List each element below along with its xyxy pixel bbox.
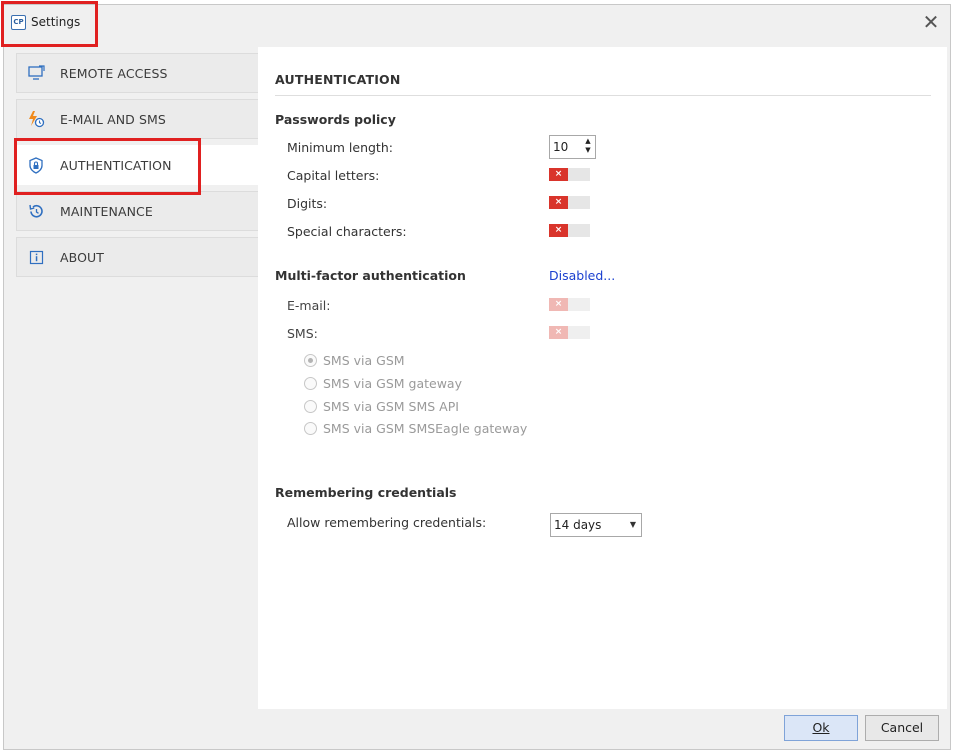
sms-option-gsm-sms-api[interactable]: SMS via GSM SMS API (304, 399, 459, 414)
remember-duration-value: 14 days (554, 518, 602, 532)
info-icon (27, 248, 45, 266)
sms-option-label: SMS via GSM gateway (323, 376, 462, 391)
nav-item-email-sms[interactable]: E-MAIL AND SMS (16, 99, 259, 139)
settings-window: CP Settings ✕ REMOTE ACCESS E-MAIL AND S… (1, 1, 951, 750)
toggle-off-icon: × (549, 326, 568, 339)
capital-letters-label: Capital letters: (287, 168, 380, 183)
sms-option-label: SMS via GSM SMS API (323, 399, 459, 414)
sms-option-gsm-gateway[interactable]: SMS via GSM gateway (304, 376, 462, 391)
remember-duration-select[interactable]: 14 days ▼ (550, 513, 642, 537)
shield-lock-icon (27, 156, 45, 174)
remembering-credentials-heading: Remembering credentials (275, 485, 457, 500)
nav-label-maintenance: MAINTENANCE (60, 203, 153, 219)
nav-item-remote-access[interactable]: REMOTE ACCESS (16, 53, 259, 93)
stepper-down-icon[interactable]: ▼ (583, 146, 593, 155)
title-highlight-box (1, 1, 98, 47)
nav-label-about: ABOUT (60, 249, 105, 265)
lightning-clock-icon (27, 110, 45, 128)
allow-remembering-label: Allow remembering credentials: (287, 515, 487, 530)
min-length-value: 10 (553, 140, 569, 154)
special-characters-label: Special characters: (287, 224, 407, 239)
toggle-off-icon: × (549, 168, 568, 181)
sms-option-gsm-smseagle[interactable]: SMS via GSM SMSEagle gateway (304, 421, 527, 436)
digits-label: Digits: (287, 196, 328, 211)
sms-option-label: SMS via GSM SMSEagle gateway (323, 421, 528, 436)
sms-option-gsm[interactable]: SMS via GSM (304, 353, 405, 368)
mfa-email-toggle[interactable]: × (549, 298, 590, 311)
ok-button[interactable]: Ok (784, 715, 858, 741)
nav-item-about[interactable]: ABOUT (16, 237, 259, 277)
mfa-heading: Multi-factor authentication (275, 268, 466, 283)
cancel-button[interactable]: Cancel (865, 715, 939, 741)
dropdown-arrow-icon: ▼ (629, 520, 636, 529)
content-panel: AUTHENTICATION Passwords policy Minimum … (258, 47, 947, 709)
page-title: AUTHENTICATION (275, 72, 401, 87)
title-divider (275, 95, 931, 96)
nav-item-maintenance[interactable]: MAINTENANCE (16, 191, 259, 231)
special-characters-toggle[interactable]: × (549, 224, 590, 237)
toggle-off-icon: × (549, 196, 568, 209)
mfa-sms-toggle[interactable]: × (549, 326, 590, 339)
mfa-status-link[interactable]: Disabled... (549, 268, 615, 283)
close-button[interactable]: ✕ (922, 10, 940, 34)
radio-button[interactable] (304, 422, 317, 435)
mfa-sms-label: SMS: (287, 326, 318, 341)
ok-button-label: Ok (812, 720, 830, 735)
nav-label-email-sms: E-MAIL AND SMS (60, 111, 166, 127)
radio-button[interactable] (304, 354, 317, 367)
title-bar: CP Settings ✕ (4, 5, 950, 43)
sms-option-label: SMS via GSM (323, 353, 405, 368)
restore-clock-icon (27, 202, 45, 220)
radio-button[interactable] (304, 377, 317, 390)
radio-button[interactable] (304, 400, 317, 413)
stepper-arrows[interactable]: ▲ ▼ (583, 137, 593, 157)
nav-item-authentication[interactable]: AUTHENTICATION (16, 145, 260, 185)
min-length-stepper[interactable]: 10 ▲ ▼ (549, 135, 596, 159)
cancel-button-label: Cancel (880, 720, 924, 735)
nav-label-remote-access: REMOTE ACCESS (60, 65, 168, 81)
close-icon: ✕ (922, 10, 940, 34)
mfa-email-label: E-mail: (287, 298, 331, 313)
capital-letters-toggle[interactable]: × (549, 168, 590, 181)
digits-toggle[interactable]: × (549, 196, 590, 209)
passwords-policy-heading: Passwords policy (275, 112, 396, 127)
stepper-up-icon[interactable]: ▲ (583, 137, 593, 146)
toggle-off-icon: × (549, 298, 568, 311)
monitor-remote-icon (27, 64, 45, 82)
toggle-off-icon: × (549, 224, 568, 237)
min-length-label: Minimum length: (287, 140, 393, 155)
nav-label-authentication: AUTHENTICATION (60, 157, 172, 173)
